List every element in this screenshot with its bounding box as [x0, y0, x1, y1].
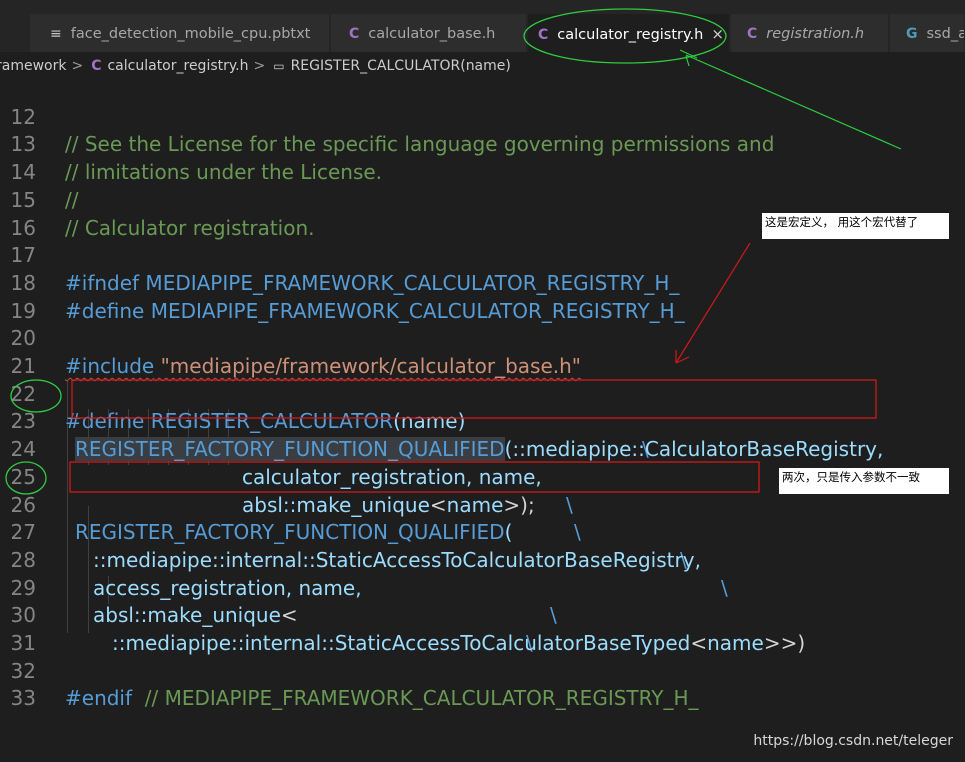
tab-ssd[interactable]: Gssd_a	[890, 14, 965, 52]
code-line: 25 absl::make_unique<name>); \	[0, 436, 965, 544]
code-line: 27 ::mediapipe::internal::StaticAccessTo…	[0, 492, 965, 599]
code-line: 19	[0, 270, 965, 323]
annotation-note-macro: 这是宏定义， 用这个宏代替了	[762, 213, 949, 239]
code-line: 14 //	[0, 131, 965, 212]
tab-label: calculator_base.h	[368, 26, 496, 42]
tab-label: calculator_registry.h	[557, 27, 704, 43]
code-editor[interactable]: 12 // See the License for the specific l…	[0, 76, 965, 762]
breadcrumb: ramework > Ccalculator_registry.h > ▭ REGISTE…	[0, 52, 965, 78]
tab-calculator-registry[interactable]: Ccalculator_registry.h ×	[528, 14, 730, 52]
annotation-note-twice: 两次，只是传入参数不一致	[779, 468, 949, 494]
code-line: 12 // See the License for the specific l…	[0, 76, 965, 157]
tab-face-detection-pbtxt[interactable]: ≡ face_detection_mobile_cpu.pbtxt	[30, 14, 330, 52]
cpp-file-icon: G	[906, 26, 918, 42]
code-line: 29 absl::make_unique< \	[0, 547, 965, 655]
tab-calculator-base[interactable]: Ccalculator_base.h	[331, 14, 527, 52]
breadcrumb-file[interactable]: calculator_registry.h	[107, 52, 248, 78]
line-number: 33	[10, 686, 36, 711]
code-line: 13 // limitations under the License.	[0, 104, 965, 184]
breadcrumb-folder[interactable]: ramework	[0, 52, 66, 78]
tab-label: face_detection_mobile_cpu.pbtxt	[70, 26, 311, 42]
code-line: 15 // Calculator registration.	[0, 159, 965, 240]
preprocessor-keyword: #endif	[65, 686, 133, 711]
code-line: 32 #endif // MEDIAPIPE_FRAMEWORK_CALCULA…	[0, 630, 965, 711]
code-line: 18 #define MEDIAPIPE_FRAMEWORK_CALCULATO…	[0, 242, 965, 323]
breadcrumb-symbol[interactable]: REGISTER_CALCULATOR(name)	[291, 52, 511, 78]
code-line: 23 REGISTER_FACTORY_FUNCTION_QUALIFIED(:…	[0, 381, 965, 488]
code-line: 16	[0, 187, 965, 240]
comment: // MEDIAPIPE_FRAMEWORK_CALCULATOR_REGIST…	[132, 686, 699, 711]
file-lines-icon: ≡	[50, 26, 62, 42]
close-icon[interactable]: ×	[711, 14, 724, 52]
code-line: 31	[0, 602, 965, 655]
tab-label: registration.h	[766, 26, 865, 42]
c-file-icon: C	[538, 27, 549, 43]
code-line: 33	[0, 658, 965, 710]
c-file-icon: C	[91, 58, 102, 74]
code-line: 22 #define REGISTER_CALCULATOR(name) \	[0, 353, 965, 461]
symbol-icon: ▭	[273, 59, 285, 73]
code-line: 28 access_registration, name, \	[0, 519, 965, 627]
c-file-icon: C	[349, 26, 360, 42]
code-line: 24 calculator_registration, name, \	[0, 408, 965, 516]
c-file-icon: C	[747, 26, 758, 42]
code-line: 30 ::mediapipe::internal::StaticAccessTo…	[0, 575, 965, 655]
chevron-right-icon: >	[253, 58, 266, 74]
tab-bar: ≡ face_detection_mobile_cpu.pbtxt Ccalcul…	[0, 0, 965, 52]
watermark: https://blog.csdn.net/teleger	[753, 733, 953, 749]
tab-registration[interactable]: Cregistration.h	[731, 14, 889, 52]
code-line: 21	[0, 325, 965, 378]
tab-label: ssd_a	[926, 26, 965, 42]
code-line: 20 #include "mediapipe/framework/calcula…	[0, 298, 965, 378]
chevron-right-icon: >	[71, 58, 84, 74]
